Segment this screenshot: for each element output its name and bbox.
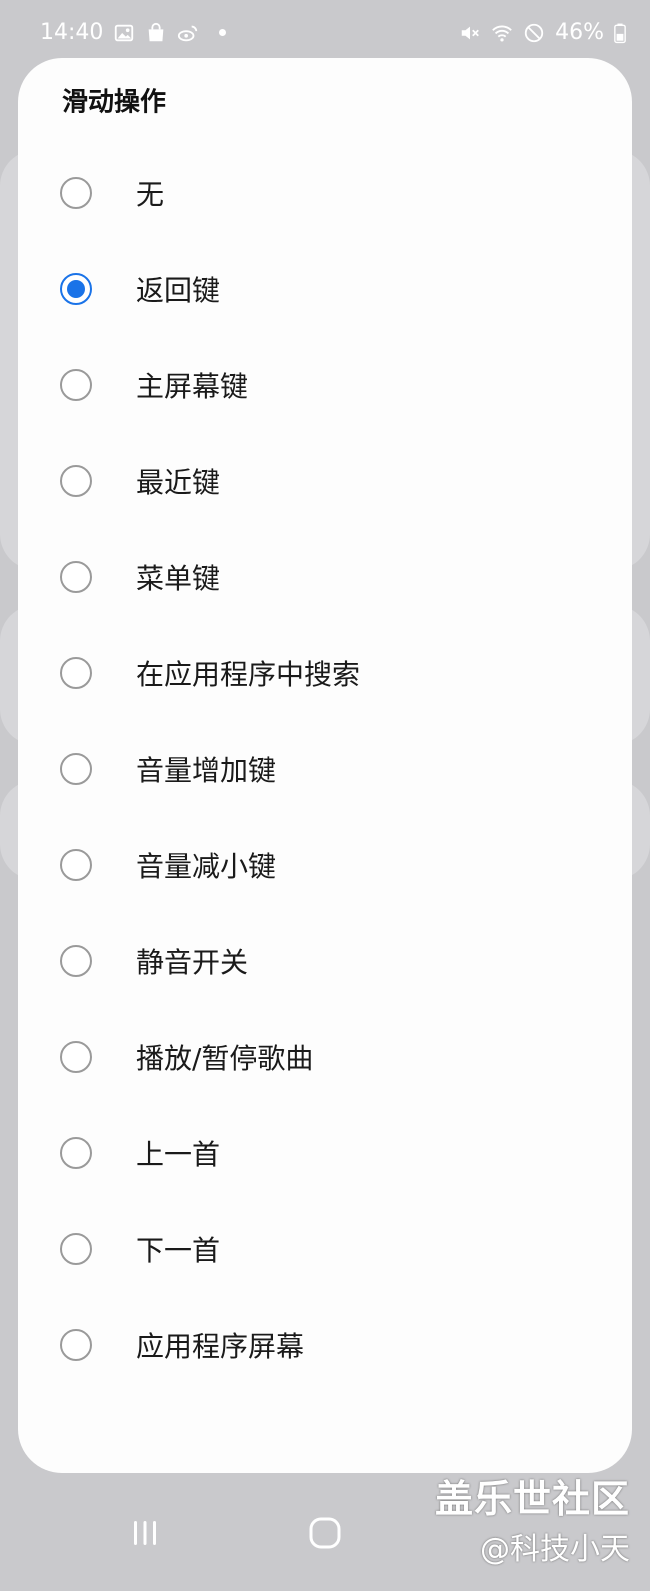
- notification-dot-icon: [219, 29, 227, 36]
- radio-button-checked-icon[interactable]: [60, 273, 92, 305]
- option-mute-toggle[interactable]: 静音开关: [18, 916, 632, 1006]
- radio-button-icon[interactable]: [60, 369, 92, 401]
- swipe-action-dialog: 滑动操作 无 返回键 主屏幕键 最近键 菜单键 在应用程序中搜索 音量增加键 音…: [18, 58, 632, 1473]
- option-volume-down[interactable]: 音量减小键: [18, 820, 632, 910]
- option-label: 下一首: [136, 1234, 221, 1267]
- recents-icon: [125, 1513, 165, 1557]
- option-apps-screen[interactable]: 应用程序屏幕: [18, 1300, 632, 1390]
- option-label: 菜单键: [136, 562, 221, 595]
- option-label: 播放/暂停歌曲: [136, 1042, 314, 1075]
- option-label: 返回键: [136, 274, 221, 307]
- recents-button[interactable]: [115, 1510, 175, 1560]
- option-label: 无: [136, 178, 165, 211]
- radio-button-icon[interactable]: [60, 657, 92, 689]
- shopping-bag-icon: [145, 22, 167, 44]
- option-volume-up[interactable]: 音量增加键: [18, 724, 632, 814]
- watermark-author: @科技小天: [480, 1532, 630, 1567]
- option-menu-key[interactable]: 菜单键: [18, 532, 632, 622]
- radio-button-icon[interactable]: [60, 1233, 92, 1265]
- radio-button-icon[interactable]: [60, 561, 92, 593]
- option-recents-key[interactable]: 最近键: [18, 436, 632, 526]
- dialog-title: 滑动操作: [62, 87, 167, 118]
- option-none[interactable]: 无: [18, 148, 632, 238]
- home-icon: [305, 1513, 345, 1557]
- option-label: 最近键: [136, 466, 221, 499]
- battery-icon: [614, 22, 626, 44]
- home-button[interactable]: [295, 1510, 355, 1560]
- option-previous-track[interactable]: 上一首: [18, 1108, 632, 1198]
- radio-button-icon[interactable]: [60, 945, 92, 977]
- option-back-key[interactable]: 返回键: [18, 244, 632, 334]
- do-not-disturb-icon: [523, 22, 545, 44]
- option-play-pause[interactable]: 播放/暂停歌曲: [18, 1012, 632, 1102]
- option-label: 静音开关: [136, 946, 249, 979]
- option-label: 音量减小键: [136, 850, 277, 883]
- option-next-track[interactable]: 下一首: [18, 1204, 632, 1294]
- option-label: 音量增加键: [136, 754, 277, 787]
- option-label: 应用程序屏幕: [136, 1330, 305, 1363]
- radio-button-icon[interactable]: [60, 753, 92, 785]
- status-bar-left: 14:40: [40, 20, 227, 45]
- option-label: 在应用程序中搜索: [136, 658, 361, 691]
- option-home-key[interactable]: 主屏幕键: [18, 340, 632, 430]
- radio-button-icon[interactable]: [60, 849, 92, 881]
- status-bar-right: 46%: [459, 20, 626, 45]
- radio-button-icon[interactable]: [60, 177, 92, 209]
- mute-icon: [459, 22, 481, 44]
- radio-button-icon[interactable]: [60, 1329, 92, 1361]
- wifi-icon: [491, 22, 513, 44]
- status-time: 14:40: [40, 20, 104, 45]
- radio-button-icon[interactable]: [60, 1041, 92, 1073]
- option-label: 主屏幕键: [136, 370, 249, 403]
- gallery-icon: [113, 22, 135, 44]
- option-label: 上一首: [136, 1138, 221, 1171]
- radio-button-icon[interactable]: [60, 1137, 92, 1169]
- watermark-community: 盖乐世社区: [434, 1477, 630, 1521]
- radio-button-icon[interactable]: [60, 465, 92, 497]
- battery-percent: 46%: [555, 20, 604, 45]
- weibo-icon: [177, 22, 199, 44]
- option-search-in-apps[interactable]: 在应用程序中搜索: [18, 628, 632, 718]
